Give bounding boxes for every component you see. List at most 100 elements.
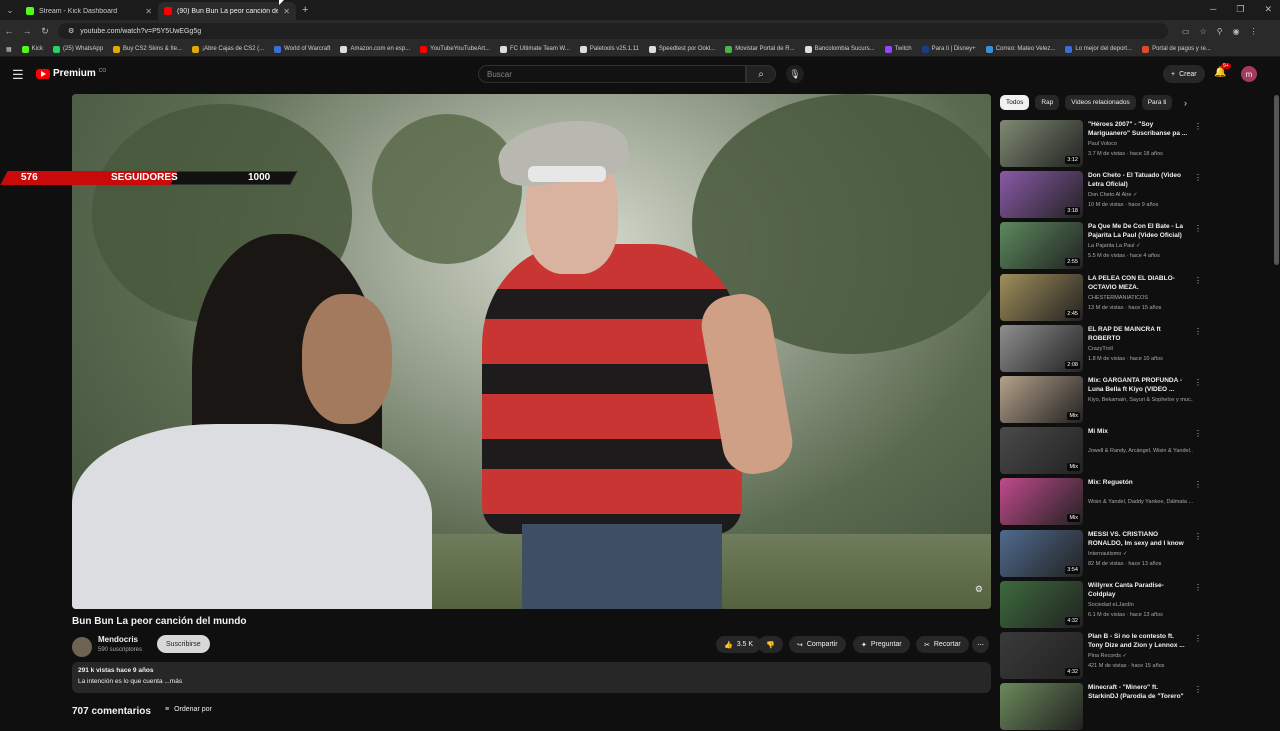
bookmark-star-icon[interactable]: ☆ (1200, 27, 1207, 36)
video-thumbnail[interactable]: Mix (1000, 427, 1083, 475)
recommended-title[interactable]: EL RAP DE MAINCRA ft ROBERTO (1088, 325, 1188, 343)
search-button[interactable]: ⌕ (746, 65, 776, 83)
ask-button[interactable]: ✦ Preguntar (853, 636, 910, 653)
forward-icon[interactable]: → (18, 26, 36, 36)
recommended-video[interactable]: 2:45 LA PELEA CON EL DIABLO- OCTAVIO MEZA… (1000, 273, 1260, 322)
like-button[interactable]: 👍 3.5 K (716, 636, 762, 653)
clip-button[interactable]: ✂ Recortar (916, 636, 969, 653)
profile-icon[interactable]: ◉ (1233, 27, 1240, 36)
bookmark-item[interactable]: ¡Abre Cajas de CS2 (... (192, 45, 264, 53)
recommended-title[interactable]: Don Cheto - El Tatuado (Video Letra Ofic… (1088, 171, 1188, 189)
more-vert-icon[interactable]: ⋮ (1194, 685, 1202, 694)
more-vert-icon[interactable]: ⋮ (1194, 480, 1202, 489)
video-thumbnail[interactable]: 4:32 (1000, 632, 1083, 679)
subscribe-button[interactable]: Suscribirse (157, 635, 210, 653)
more-vert-icon[interactable]: ⋮ (1194, 634, 1202, 643)
recommended-video[interactable]: 4:32 Willyrex Canta Paradise- Coldplay Soc… (1000, 580, 1260, 629)
recommended-channel[interactable]: Internautismo ✓ (1088, 551, 1193, 557)
more-vert-icon[interactable]: ⋮ (1194, 276, 1202, 285)
recommended-video[interactable]: 3:12 "Héroes 2007" - "Soy Mariguanero" Su… (1000, 120, 1260, 168)
recommended-title[interactable]: Mi Mix (1088, 427, 1188, 436)
more-vert-icon[interactable]: ⋮ (1194, 378, 1202, 387)
more-vert-icon[interactable]: ⋮ (1194, 173, 1202, 182)
video-thumbnail[interactable]: 2:55 (1000, 222, 1083, 270)
tab-youtube[interactable]: (90) Bun Bun La peor canción del mundo ✕ (158, 2, 296, 20)
more-vert-icon[interactable]: ⋮ (1194, 327, 1202, 336)
dislike-button[interactable]: 👎 (758, 636, 783, 653)
more-actions-button[interactable]: ⋯ (972, 636, 989, 653)
bookmark-item[interactable]: Amazon.com en esp... (340, 45, 410, 53)
recommended-video[interactable]: 2:08 EL RAP DE MAINCRA ft ROBERTO CrazyTro… (1000, 324, 1260, 373)
recommended-title[interactable]: Minecraft - "Minero" ft. StarkinDJ (Paro… (1088, 683, 1188, 701)
more-vert-icon[interactable]: ⋮ (1194, 224, 1202, 233)
close-tab-icon[interactable]: ✕ (283, 7, 290, 16)
more-vert-icon[interactable]: ⋮ (1194, 532, 1202, 541)
video-thumbnail[interactable]: Mix (1000, 478, 1083, 526)
site-info-icon[interactable]: ⚙ (68, 27, 74, 35)
recommended-video[interactable]: 2:55 Pa Que Me De Con El Bate - La Pajari… (1000, 222, 1260, 270)
new-tab-button[interactable]: + (302, 4, 308, 16)
hamburger-menu-icon[interactable]: ☰ (12, 67, 24, 83)
recommended-title[interactable]: Plan B - Si no le contesto ft. Tony Dize… (1088, 632, 1188, 650)
bookmark-item[interactable]: Movistar Portal de R... (725, 45, 795, 53)
description-box[interactable]: 291 k vistas hace 9 años La intención es… (72, 662, 991, 693)
chevron-right-icon[interactable]: › (1184, 98, 1187, 108)
recommended-video[interactable]: Mix Mix: Reguetón Wisin & Yandel, Daddy Ya… (1000, 478, 1260, 526)
bookmark-item[interactable]: YouTubeYouTubeArt... (420, 45, 490, 53)
video-thumbnail[interactable]: Mix (1000, 376, 1083, 423)
channel-avatar[interactable] (72, 637, 92, 657)
recommended-channel[interactable]: Don Cheto Al Aire ✓ (1088, 192, 1193, 198)
recommended-title[interactable]: Willyrex Canta Paradise- Coldplay (1088, 581, 1188, 599)
cast-icon[interactable]: ▭ (1182, 27, 1190, 36)
chip-related[interactable]: Videos relacionados (1065, 95, 1136, 110)
recommended-channel[interactable]: La Pajarita La Paul ✓ (1088, 243, 1193, 249)
recommended-channel[interactable]: Wisin & Yandel, Daddy Yankee, Dálmata ..… (1088, 499, 1193, 505)
bookmark-item[interactable]: Lo mejor del deport... (1065, 45, 1132, 53)
video-thumbnail[interactable]: 2:08 (1000, 324, 1083, 372)
create-button[interactable]: + Crear (1163, 65, 1205, 83)
youtube-premium-logo[interactable]: Premium CO (36, 68, 106, 79)
tab-search-icon[interactable]: ⌄ (0, 0, 20, 20)
video-thumbnail[interactable]: 3:18 (1000, 171, 1083, 219)
chip-todos[interactable]: Todos (1000, 95, 1030, 110)
page-scrollbar[interactable] (1274, 95, 1279, 265)
url-field[interactable]: ⚙ youtube.com/watch?v=P5Y5UwEGg5g (58, 23, 1168, 39)
bookmark-item[interactable]: World of Warcraft (274, 45, 330, 53)
recommended-channel[interactable]: Pina Records ✓ (1088, 653, 1193, 659)
extensions-icon[interactable]: ⚲ (1217, 27, 1223, 36)
sort-comments-button[interactable]: ≡ Ordenar por (165, 706, 212, 713)
recommended-video[interactable]: Mix Mix: GARGANTA PROFUNDA - Luna Bella f… (1000, 376, 1260, 424)
recommended-title[interactable]: Pa Que Me De Con El Bate - La Pajarita L… (1088, 222, 1188, 240)
bookmark-item[interactable]: Speedtest por Ookl... (648, 45, 715, 53)
bookmark-item[interactable]: Para ti | Disney+ (921, 45, 976, 53)
recommended-channel[interactable]: Kiyo, Bekamain, Sayuri & Sophelov y muc.… (1088, 397, 1193, 403)
recommended-channel[interactable]: Sociedad eLJardín (1088, 602, 1193, 608)
recommended-video[interactable]: 3:54 MESSI VS. CRISTIANO RONALDO, Im sexy… (1000, 529, 1260, 578)
bookmark-item[interactable]: FC Ultimate Team W... (499, 45, 570, 53)
recommended-video[interactable]: 4:32 Plan B - Si no le contesto ft. Tony … (1000, 632, 1260, 680)
recommended-title[interactable]: LA PELEA CON EL DIABLO- OCTAVIO MEZA. (1088, 274, 1188, 292)
player-settings-icon[interactable]: ⚙ (975, 584, 983, 595)
maximize-icon[interactable]: ❐ (1236, 4, 1244, 15)
video-thumbnail[interactable]: 4:32 (1000, 580, 1083, 628)
close-window-icon[interactable]: ✕ (1264, 4, 1272, 15)
bookmark-item[interactable]: Kick (21, 45, 43, 53)
recommended-video[interactable]: Minecraft - "Minero" ft. StarkinDJ (Paro… (1000, 683, 1260, 731)
apps-grid-icon[interactable]: ▦ (6, 46, 12, 53)
bookmark-item[interactable]: Portal de pagos y re... (1142, 45, 1211, 53)
video-thumbnail[interactable]: 2:45 (1000, 273, 1083, 321)
recommended-channel[interactable]: CrazyTroll (1088, 346, 1193, 352)
recommended-title[interactable]: Mix: Reguetón (1088, 478, 1188, 487)
user-avatar[interactable]: m (1241, 66, 1257, 82)
chip-rap[interactable]: Rap (1035, 95, 1060, 110)
more-menu-icon[interactable]: ⋮ (1250, 27, 1258, 36)
notifications-bell-icon[interactable]: 🔔 9+ (1214, 63, 1231, 78)
chip-for-you[interactable]: Para ti (1141, 95, 1172, 110)
bookmark-item[interactable]: Correo: Mateo Velez... (985, 45, 1055, 53)
video-thumbnail[interactable]: 3:54 (1000, 529, 1083, 577)
bookmark-item[interactable]: Paletools v25.1.11 (579, 45, 639, 53)
bookmark-item[interactable]: Bancolombia Sucurs... (804, 45, 875, 53)
recommended-video[interactable]: Mix Mi Mix Jowell & Randy, Arcángel, Wisin… (1000, 427, 1260, 475)
recommended-title[interactable]: Mix: GARGANTA PROFUNDA - Luna Bella ft K… (1088, 376, 1188, 394)
search-input[interactable]: Buscar (478, 65, 746, 83)
